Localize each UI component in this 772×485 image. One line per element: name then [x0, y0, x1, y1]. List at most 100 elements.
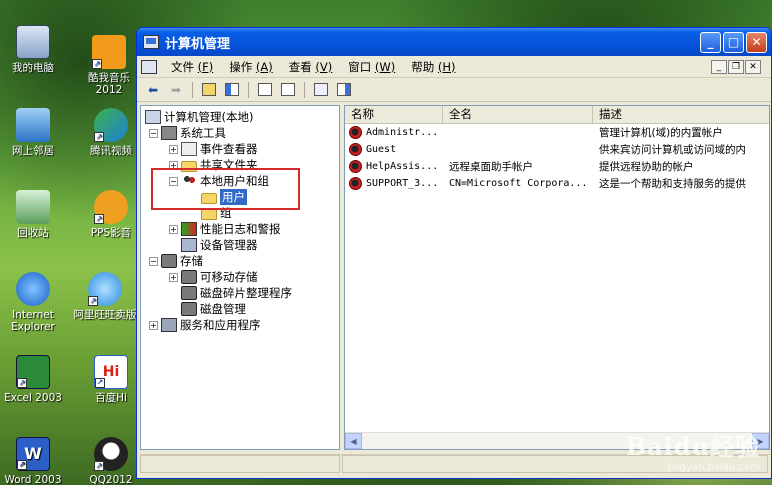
aliwangwang-icon: ↗ — [88, 272, 122, 306]
desktop-icon-qq2012[interactable]: ↗ QQ2012 — [78, 437, 144, 485]
show-tree-icon[interactable] — [222, 81, 242, 99]
collapse-icon[interactable]: − — [149, 128, 158, 138]
tree-node-root[interactable]: 计算机管理(本地) — [145, 109, 253, 125]
desktop-icon-label: 酷我音乐2012 — [88, 72, 130, 96]
expand-icon[interactable]: + — [169, 144, 178, 154]
user-name: SUPPORT_3... — [366, 178, 439, 189]
desktop-icon-baidu-hi[interactable]: Hi ↗ 百度Hi — [78, 355, 144, 404]
tree-node-disk-management[interactable]: 磁盘管理 — [181, 301, 246, 317]
user-name: Guest — [366, 144, 397, 155]
device-manager-icon — [181, 238, 197, 252]
ie-icon — [16, 272, 50, 306]
kuwo-icon: ↗ — [92, 35, 126, 69]
back-arrow-icon[interactable]: ⬅ — [143, 81, 163, 99]
help-icon[interactable] — [311, 81, 331, 99]
list-row[interactable]: Guest 供来宾访问计算机或访问域的内 — [345, 141, 769, 158]
desktop-icon-pps-player[interactable]: ↗ PPS影音 — [78, 190, 144, 239]
event-viewer-icon — [181, 142, 197, 156]
desktop-icon-label: Internet Explorer — [11, 309, 55, 333]
refresh-icon[interactable] — [255, 81, 275, 99]
title-bar[interactable]: 计算机管理 _ □ ✕ — [137, 28, 771, 56]
list-header: 名称 全名 描述 — [345, 106, 769, 124]
desktop-icon-label: 我的电脑 — [12, 62, 54, 74]
user-disabled-icon — [349, 177, 362, 190]
forward-arrow-icon[interactable]: ➡ — [166, 81, 186, 99]
scroll-left-icon[interactable]: ◀ — [345, 433, 362, 449]
expand-icon[interactable]: + — [169, 224, 178, 234]
menu-action[interactable]: 操作 (A) — [221, 59, 281, 75]
tree-node-device-manager[interactable]: 设备管理器 — [181, 237, 258, 253]
desktop-icon-excel-2003[interactable]: ↗ Excel 2003 — [0, 355, 66, 404]
list-row[interactable]: Administr... 管理计算机(域)的内置帐户 — [345, 124, 769, 141]
tree-node-defrag[interactable]: 磁盘碎片整理程序 — [181, 285, 292, 301]
mdi-restore-button[interactable]: ❐ — [728, 59, 744, 74]
minimize-button[interactable]: _ — [700, 31, 721, 53]
network-icon — [16, 108, 50, 142]
user-disabled-icon — [349, 160, 362, 173]
export-list-icon[interactable] — [278, 81, 298, 99]
menu-bar: 文件 (F) 操作 (A) 查看 (V) 窗口 (W) 帮助 (H) _ ❐ ✕ — [137, 56, 771, 78]
tree-node-removable-storage[interactable]: + 可移动存储 — [169, 269, 258, 285]
list-row[interactable]: SUPPORT_3... CN=Microsoft Corpora... 这是一… — [345, 175, 769, 192]
tencent-video-icon: ↗ — [94, 108, 128, 142]
desktop-icon-tencent-video[interactable]: ↗ 腾讯视频 — [78, 108, 144, 157]
desktop-icon-internet-explorer[interactable]: Internet Explorer — [0, 272, 66, 333]
close-button[interactable]: ✕ — [746, 31, 767, 53]
desktop-icon-aliwangwang[interactable]: ↗ 阿里旺旺卖版 — [72, 272, 138, 321]
tree-node-perf-logs[interactable]: + 性能日志和警报 — [169, 221, 281, 237]
services-apps-icon — [161, 318, 177, 332]
user-description: 提供远程协助的帐户 — [599, 161, 694, 173]
action-pane-icon[interactable] — [334, 81, 354, 99]
desktop-icon-label: 网上邻居 — [12, 145, 54, 157]
column-header-fullname[interactable]: 全名 — [443, 106, 593, 123]
qq-icon: ↗ — [94, 437, 128, 471]
desktop-icon-word-2003[interactable]: W ↗ Word 2003 — [0, 437, 66, 485]
desktop-icon-network-places[interactable]: 网上邻居 — [0, 108, 66, 157]
recycle-bin-icon — [16, 190, 50, 224]
mdi-close-button[interactable]: ✕ — [745, 59, 761, 74]
desktop-icon-label: QQ2012 — [89, 474, 133, 485]
desktop-icon-kuwo-music[interactable]: ↗ 酷我音乐2012 — [76, 35, 142, 96]
tree-node-storage[interactable]: − 存储 — [149, 253, 203, 269]
expand-icon[interactable]: + — [149, 320, 158, 330]
desktop-icon-recycle-bin[interactable]: 回收站 — [0, 190, 66, 239]
tree-node-event-viewer[interactable]: + 事件查看器 — [169, 141, 258, 157]
menu-window[interactable]: 窗口 (W) — [340, 59, 403, 75]
system-tools-icon — [161, 126, 177, 140]
status-cell-left — [140, 455, 340, 473]
mdi-minimize-button[interactable]: _ — [711, 59, 727, 74]
user-description: 管理计算机(域)的内置帐户 — [599, 127, 723, 139]
baidu-jingyan-watermark: Baidu经验 jingyan.baidu.com — [626, 427, 760, 473]
app-icon — [143, 35, 159, 49]
disk-management-icon — [181, 302, 197, 316]
computer-management-window: 计算机管理 _ □ ✕ 文件 (F) 操作 (A) 查看 (V) 窗口 (W) … — [136, 27, 772, 479]
expand-icon[interactable]: + — [169, 272, 178, 282]
console-tree: 计算机管理(本地) − 系统工具 + 事件查看器 + 共享文件夹 − 本地用户和… — [140, 105, 340, 450]
highlight-annotation — [151, 168, 300, 210]
collapse-icon[interactable]: − — [149, 256, 158, 266]
desktop-icon-label: 回收站 — [17, 227, 49, 239]
list-row[interactable]: HelpAssis... 远程桌面助手帐户 提供远程协助的帐户 — [345, 158, 769, 175]
desktop-icon-label: Word 2003 — [4, 474, 62, 485]
user-fullname: 远程桌面助手帐户 — [449, 161, 533, 173]
folder-icon — [201, 208, 217, 220]
user-list-view: 名称 全名 描述 Administr... 管理计算机(域)的内置帐户 Gues… — [344, 105, 770, 450]
tree-node-services-apps[interactable]: + 服务和应用程序 — [149, 317, 261, 333]
desktop-icon-my-computer[interactable]: 我的电脑 — [0, 25, 66, 74]
pps-icon: ↗ — [94, 190, 128, 224]
user-icon — [349, 126, 362, 139]
performance-logs-icon — [181, 222, 197, 236]
console-icon[interactable] — [141, 59, 157, 74]
excel-icon: ↗ — [16, 355, 50, 389]
baidu-hi-icon: Hi ↗ — [94, 355, 128, 389]
user-disabled-icon — [349, 143, 362, 156]
computer-management-icon — [145, 110, 161, 124]
column-header-description[interactable]: 描述 — [593, 106, 769, 123]
menu-view[interactable]: 查看 (V) — [281, 59, 341, 75]
menu-file[interactable]: 文件 (F) — [163, 59, 221, 75]
column-header-name[interactable]: 名称 — [345, 106, 443, 123]
up-folder-icon[interactable] — [199, 81, 219, 99]
menu-help[interactable]: 帮助 (H) — [403, 59, 463, 75]
maximize-button[interactable]: □ — [723, 31, 744, 53]
tree-node-system-tools[interactable]: − 系统工具 — [149, 125, 226, 141]
